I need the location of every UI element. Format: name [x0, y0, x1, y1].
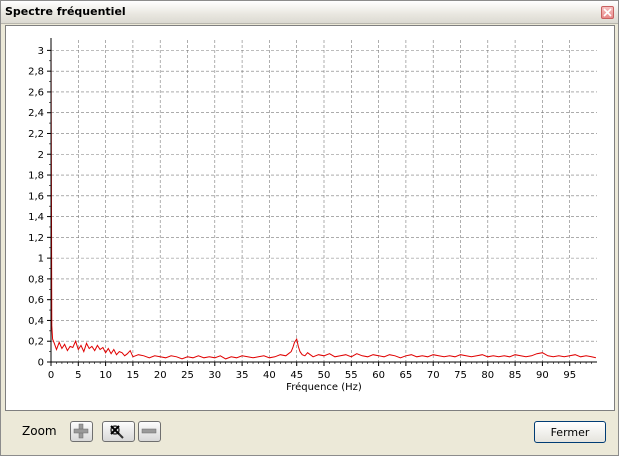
- y-tick-label: 0,2: [28, 337, 44, 348]
- x-tick-label: 5: [75, 370, 81, 381]
- y-tick-label: 1: [38, 254, 44, 265]
- x-tick-label: 40: [263, 370, 276, 381]
- x-tick-label: 15: [127, 370, 140, 381]
- chart-panel: 0 5 10 15 20 25 30 35 40 45 50 55 60 65 70 75 80 85 90 95 0…: [5, 25, 615, 411]
- magnifier-cross-icon: [110, 425, 124, 439]
- y-tick-label: 2,8: [28, 67, 44, 78]
- y-tick-label: 0: [38, 358, 44, 369]
- x-tick-label: 70: [427, 370, 440, 381]
- close-dialog-button[interactable]: Fermer: [534, 421, 606, 443]
- close-button[interactable]: [601, 6, 614, 19]
- x-tick-label: 50: [318, 370, 331, 381]
- y-tick-label: 1,4: [28, 212, 44, 223]
- x-tick-label: 55: [345, 370, 358, 381]
- x-tick-label: 95: [563, 370, 576, 381]
- x-tick-label: 10: [99, 370, 112, 381]
- x-tick-label: 80: [481, 370, 494, 381]
- y-tick-label: 1,2: [28, 233, 44, 244]
- y-tick-label: 3: [38, 46, 44, 57]
- window-title: Spectre fréquentiel: [5, 5, 126, 18]
- x-axis-label: Fréquence (Hz): [286, 381, 362, 393]
- x-tick-label: 45: [290, 370, 303, 381]
- y-tick-label: 2,6: [28, 87, 44, 98]
- x-tick-label: 85: [509, 370, 522, 381]
- x-tick-label: 0: [48, 370, 54, 381]
- spectrum-chart: 0 5 10 15 20 25 30 35 40 45 50 55 60 65 70 75 80 85 90 95 0…: [28, 38, 597, 393]
- y-tick-label: 0,4: [28, 316, 44, 327]
- plus-icon: [73, 423, 89, 439]
- x-tick-label: 90: [536, 370, 549, 381]
- y-axis-ticks: 0 0,2 0,4 0,6 0,8 1 1,2 1,4 1,6 1,8 2 2,2 2,4 2,6 2,8 3: [28, 46, 51, 369]
- zoom-out-button[interactable]: [138, 421, 161, 442]
- x-tick-label: 60: [372, 370, 385, 381]
- zoom-in-button[interactable]: [70, 421, 93, 442]
- y-tick-label: 1,8: [28, 171, 44, 182]
- x-tick-label: 25: [181, 370, 194, 381]
- x-tick-label: 75: [454, 370, 467, 381]
- title-bar[interactable]: Spectre fréquentiel: [1, 1, 618, 24]
- minus-icon: [141, 428, 157, 434]
- x-tick-label: 35: [236, 370, 249, 381]
- x-axis-ticks: 0 5 10 15 20 25 30 35 40 45 50 55 60 65 70 75 80 85 90 95: [48, 362, 592, 381]
- y-tick-label: 0,8: [28, 274, 44, 285]
- x-tick-label: 65: [400, 370, 413, 381]
- close-icon: [603, 8, 612, 17]
- y-tick-label: 2: [38, 150, 44, 161]
- y-tick-label: 0,6: [28, 295, 44, 306]
- spectrum-window: Spectre fréquentiel 0 5 10 15 20 25 30 35 40 45 50…: [0, 0, 619, 456]
- x-tick-label: 30: [208, 370, 221, 381]
- zoom-label: Zoom: [22, 424, 57, 438]
- chart-grid: [51, 40, 597, 362]
- zoom-reset-button[interactable]: [102, 421, 135, 442]
- x-tick-label: 20: [154, 370, 167, 381]
- y-tick-label: 2,2: [28, 129, 44, 140]
- y-tick-label: 2,4: [28, 108, 44, 119]
- y-tick-label: 1,6: [28, 191, 44, 202]
